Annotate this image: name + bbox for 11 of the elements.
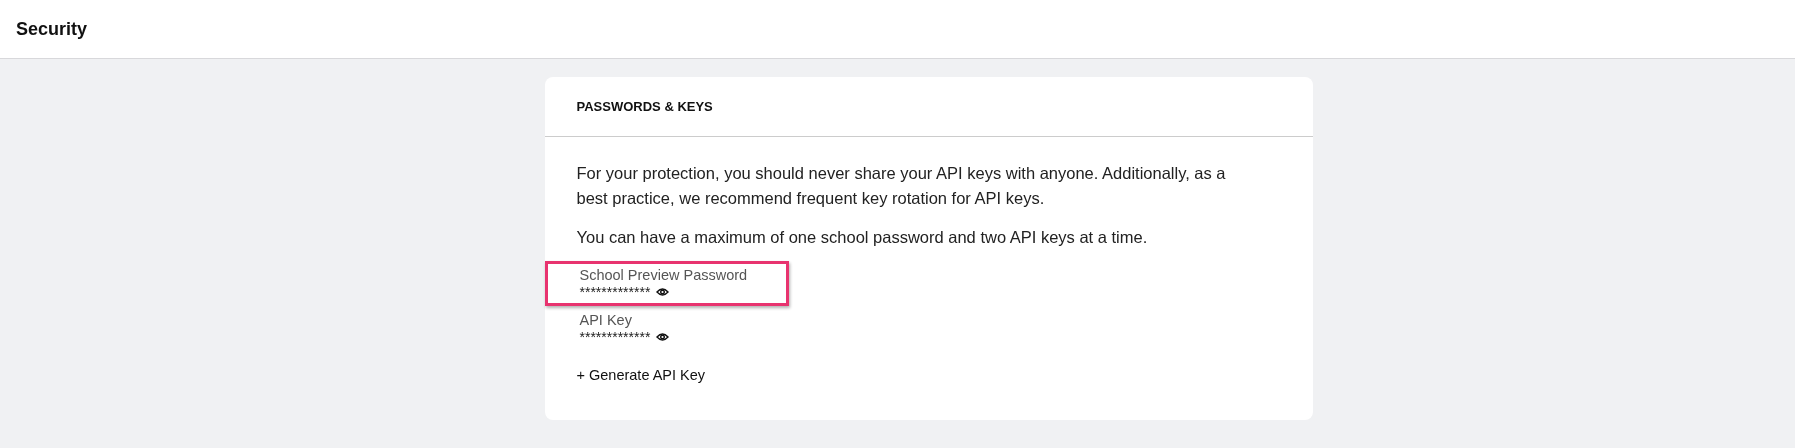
generate-key-link[interactable]: + Generate API Key <box>576 367 706 383</box>
masked-key: ************* <box>579 329 651 345</box>
masked-key: ************* <box>579 284 651 300</box>
info-paragraph: You can have a maximum of one school password and two API keys at a time. <box>576 227 1149 248</box>
key-label: API Key <box>579 312 632 328</box>
page-title: Security <box>16 18 88 40</box>
key-label: School Preview Password <box>579 267 748 283</box>
eye-icon[interactable] <box>656 287 670 297</box>
info-paragraph: For your protection, you should never share your API keys with anyone. Additionally, as a best practice, we recommend frequent key rotation for API keys. <box>576 163 1227 209</box>
card-title: PASSWORDS & KEYS <box>576 99 713 114</box>
eye-icon[interactable] <box>656 332 670 342</box>
